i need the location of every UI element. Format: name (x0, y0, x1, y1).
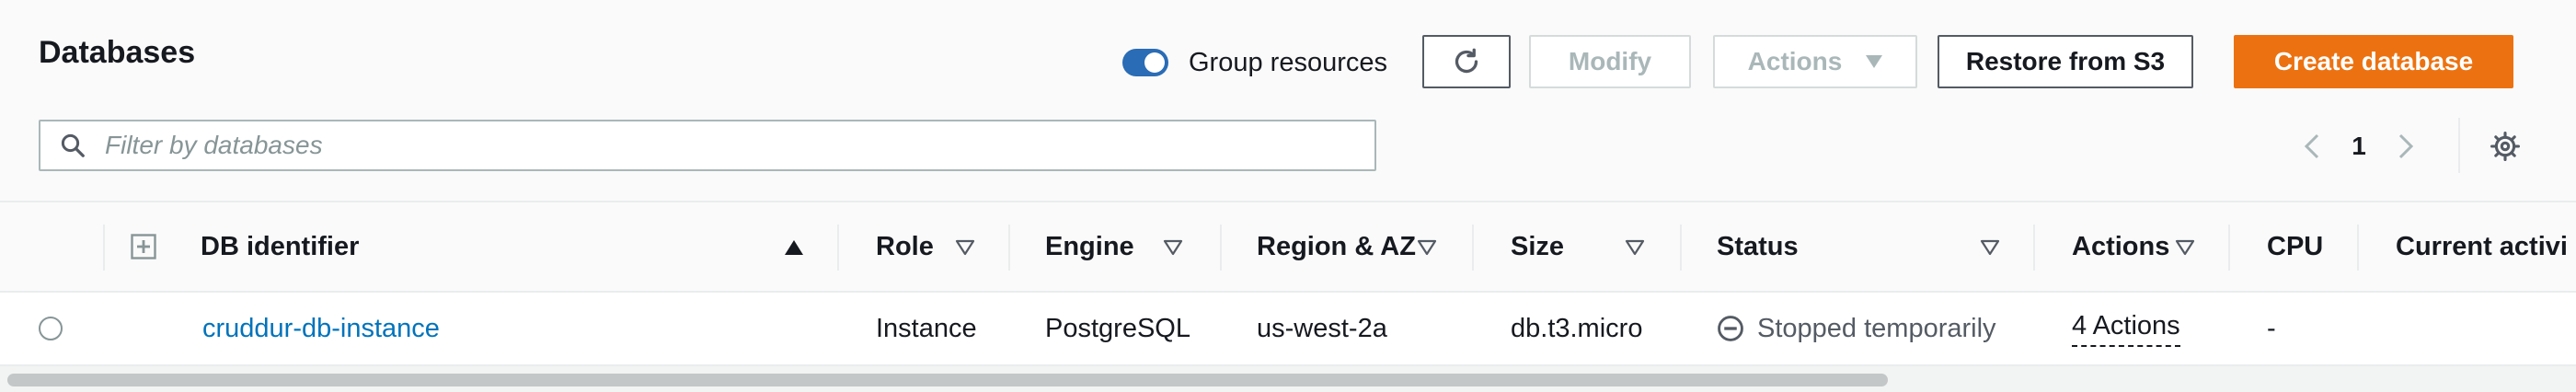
column-divider (103, 225, 105, 271)
cell-role: Instance (876, 313, 977, 343)
cell-status: Stopped temporarily (1717, 293, 1996, 364)
group-resources-toggle[interactable]: Group resources (1122, 44, 1387, 81)
column-divider (2228, 225, 2230, 271)
actions-dropdown-button[interactable]: Actions (1713, 35, 1917, 88)
sort-icon[interactable] (955, 239, 975, 256)
status-text: Stopped temporarily (1757, 313, 1996, 343)
sort-icon[interactable] (1417, 239, 1437, 256)
sort-icon[interactable] (2175, 239, 2195, 256)
modify-button[interactable]: Modify (1529, 35, 1691, 88)
row-select-radio[interactable] (39, 317, 63, 340)
scrollbar-thumb[interactable] (7, 374, 1888, 386)
column-header-actions[interactable]: Actions (2072, 202, 2169, 291)
chevron-right-icon[interactable] (2385, 125, 2427, 167)
column-header-status[interactable]: Status (1717, 202, 1799, 291)
column-divider (1680, 225, 1682, 271)
column-header-engine[interactable]: Engine (1045, 202, 1134, 291)
column-header-db-identifier[interactable]: DB identifier (201, 202, 359, 291)
expand-all-icon[interactable] (131, 234, 156, 259)
pagination: 1 (2291, 125, 2427, 167)
cell-region-az: us-west-2a (1257, 313, 1387, 343)
column-header-role[interactable]: Role (876, 202, 934, 291)
column-header-region-az[interactable]: Region & AZ (1257, 202, 1416, 291)
column-label: Role (876, 231, 934, 261)
column-divider (2033, 225, 2035, 271)
page-title: Databases (39, 35, 196, 70)
column-header-cpu[interactable]: CPU (2267, 202, 2323, 291)
column-label: Region & AZ (1257, 231, 1416, 261)
cell-engine: PostgreSQL (1045, 313, 1190, 343)
cell-actions: 4 Actions (2072, 293, 2180, 364)
toggle-knob (1144, 52, 1165, 73)
refresh-icon (1455, 48, 1478, 74)
column-divider (837, 225, 839, 271)
caret-down-icon (1866, 55, 1883, 68)
sort-ascending-icon[interactable] (784, 239, 804, 256)
restore-from-s3-button[interactable]: Restore from S3 (1938, 35, 2193, 88)
table-row: cruddur-db-instance Instance PostgreSQL … (0, 293, 2576, 366)
table-header: DB identifier Role Engine Region & AZ Si… (0, 201, 2576, 293)
cell-cpu: - (2267, 313, 2276, 343)
stopped-icon (1718, 316, 1743, 341)
column-divider (1472, 225, 1474, 271)
gear-icon[interactable] (2484, 125, 2526, 167)
create-database-button[interactable]: Create database (2234, 35, 2513, 88)
column-label: DB identifier (201, 231, 360, 261)
divider (2458, 118, 2460, 173)
horizontal-scrollbar[interactable] (0, 366, 2576, 392)
sort-icon[interactable] (1625, 239, 1645, 256)
column-label: Current activi (2396, 231, 2568, 261)
actions-button-label: Actions (1747, 47, 1843, 75)
column-header-size[interactable]: Size (1511, 202, 1564, 291)
page-number[interactable]: 1 (2333, 132, 2385, 161)
column-label: Status (1717, 231, 1799, 261)
column-divider (1008, 225, 1010, 271)
column-header-current-activity[interactable]: Current activi (2396, 202, 2576, 291)
column-label: Engine (1045, 231, 1134, 261)
group-resources-label: Group resources (1189, 47, 1387, 77)
cell-size: db.t3.micro (1511, 313, 1643, 343)
column-label: Actions (2072, 231, 2170, 261)
column-divider (1220, 225, 1222, 271)
sort-icon[interactable] (1980, 239, 2000, 256)
column-label: CPU (2267, 231, 2324, 261)
actions-count-link[interactable]: 4 Actions (2072, 311, 2180, 347)
db-identifier-link[interactable]: cruddur-db-instance (202, 293, 440, 364)
sort-icon[interactable] (1163, 239, 1183, 256)
column-divider (2357, 225, 2359, 271)
refresh-button[interactable] (1422, 35, 1511, 88)
toggle-switch[interactable] (1122, 49, 1168, 76)
chevron-left-icon[interactable] (2291, 125, 2333, 167)
column-label: Size (1511, 231, 1565, 261)
search-box[interactable] (39, 120, 1376, 171)
search-icon (59, 130, 90, 161)
search-input[interactable] (103, 130, 1303, 161)
